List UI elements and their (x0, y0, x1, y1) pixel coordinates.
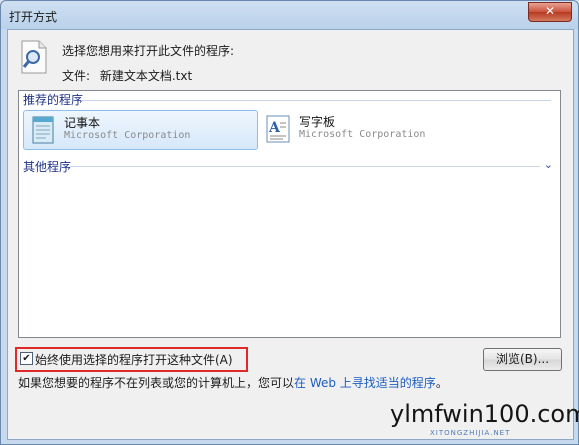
program-item-notepad[interactable]: 记事本 Microsoft Corporation (23, 110, 258, 150)
program-company: Microsoft Corporation (299, 129, 426, 140)
program-item-wordpad[interactable]: A 写字板 Microsoft Corporation (259, 110, 492, 148)
divider (70, 166, 540, 167)
file-row: 文件: 新建文本文档.txt (62, 67, 192, 84)
web-search-link[interactable]: 在 Web 上寻找适当的程序 (294, 376, 436, 390)
watermark-sub: XITONGZHIJIA.NET (430, 429, 511, 437)
program-company: Microsoft Corporation (64, 130, 191, 141)
file-search-icon (21, 40, 47, 74)
group-other-title[interactable]: 其他程序 (23, 158, 71, 175)
chevron-down-icon[interactable]: ⌄ (544, 158, 553, 171)
always-use-label[interactable]: 始终使用选择的程序打开这种文件(A) (35, 351, 233, 368)
footer-text-before: 如果您想要的程序不在列表或您的计算机上，您可以 (18, 376, 295, 390)
browse-button[interactable]: 浏览(B)... (483, 348, 562, 371)
footer-text-after: 。 (435, 376, 448, 390)
program-name: 写字板 (299, 115, 336, 129)
group-recommended-title: 推荐的程序 (23, 93, 84, 107)
always-use-checkbox-row[interactable]: ✔ 始终使用选择的程序打开这种文件(A) (15, 347, 248, 372)
title-bar[interactable]: 打开方式 ✕ (1, 1, 578, 29)
footer-text: 如果您想要的程序不在列表或您的计算机上，您可以在 Web 上寻找适当的程序。 (18, 374, 448, 391)
divider (81, 100, 551, 101)
close-button[interactable]: ✕ (528, 2, 572, 22)
notepad-icon (32, 116, 54, 144)
dialog-body: 选择您想用来打开此文件的程序: 文件: 新建文本文档.txt 推荐的程序 记事本… (7, 29, 574, 440)
program-list[interactable]: 推荐的程序 记事本 Microsoft Corporation A 写字板 Mi… (18, 90, 561, 338)
watermark-logo: ylmfwin100.com XITONGZHIJIA.NET (390, 400, 579, 437)
always-use-checkbox[interactable]: ✔ (20, 352, 33, 365)
window-title: 打开方式 (9, 10, 58, 24)
program-name: 记事本 (64, 116, 101, 130)
file-name: 新建文本文档.txt (99, 69, 193, 83)
file-label: 文件: (62, 69, 91, 83)
instruction-text: 选择您想用来打开此文件的程序: (62, 44, 235, 58)
watermark-main: ylmfwin100.com (390, 400, 579, 428)
svg-text:A: A (268, 120, 281, 136)
open-with-dialog: 打开方式 ✕ 选择您想用来打开此文件的程序: 文件: 新建文本文档.txt 推荐… (0, 0, 579, 445)
wordpad-icon: A (266, 115, 290, 143)
